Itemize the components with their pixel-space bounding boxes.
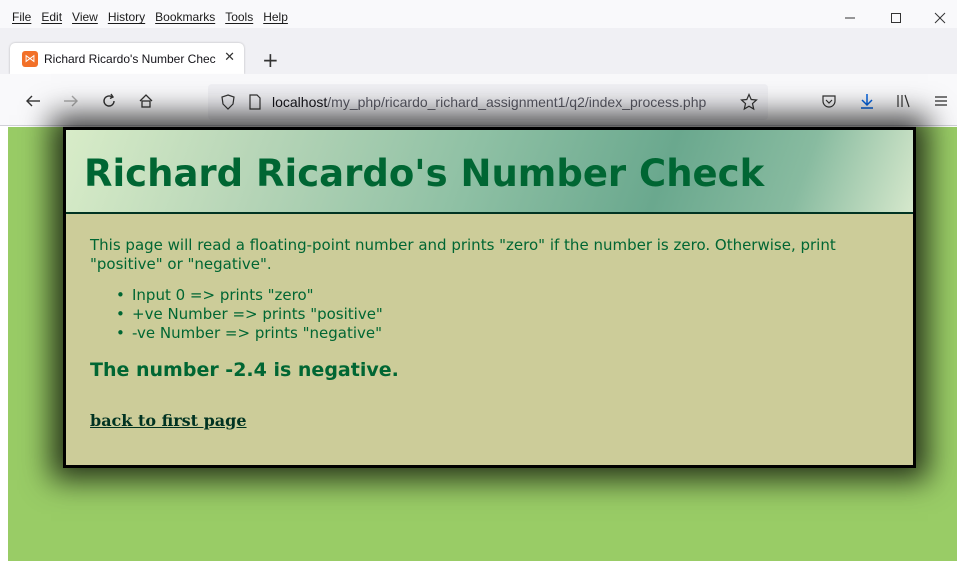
url-path: /my_php/ricardo_richard_assignment1/q2/i… [327,94,707,110]
menu-view[interactable]: View [72,10,98,24]
bullet-icon: • [116,286,125,304]
page-title: Richard Ricardo's Number Check [84,152,765,195]
xampp-icon: ⋈ [22,50,38,67]
list-item: • +ve Number => prints "positive" [116,305,880,324]
bullet-icon: • [116,305,125,323]
menu-bar: File Edit View History Bookmarks Tools H… [0,0,957,28]
intro-text: This page will read a floating-point num… [90,236,836,273]
downloads-button[interactable] [856,90,878,112]
nav-bar: localhost/my_php/ricardo_richard_assignm… [0,74,957,126]
home-icon [139,94,153,108]
tab-strip: ⋈ Richard Ricardo's Number Chec ✕ + [0,28,957,74]
page-viewport: Richard Ricardo's Number Check This page… [8,127,957,561]
rule-text: Input 0 => prints "zero" [132,286,314,304]
download-icon [861,94,873,109]
url-bar[interactable]: localhost/my_php/ricardo_richard_assignm… [208,84,768,120]
url-host: localhost [272,94,328,110]
maximize-button[interactable] [876,8,916,28]
library-icon [897,94,910,108]
forward-arrow-icon [64,95,78,107]
back-button[interactable] [22,90,44,112]
menu-edit[interactable]: Edit [41,10,62,24]
menu-tools[interactable]: Tools [225,10,253,24]
new-tab-icon[interactable]: + [262,50,279,70]
rules-list: • Input 0 => prints "zero" • +ve Number =>… [116,286,880,343]
reload-button[interactable] [98,90,120,112]
maximize-icon [891,13,901,23]
menu-help[interactable]: Help [263,10,288,24]
list-item: • Input 0 => prints "zero" [116,286,880,305]
shield-icon[interactable] [220,94,236,114]
rule-text: +ve Number => prints "positive" [132,305,383,323]
menu-items: File Edit View History Bookmarks Tools H… [12,10,288,24]
home-button[interactable] [135,90,157,112]
bullet-icon: • [116,324,125,342]
back-arrow-icon [26,95,40,107]
menu-history[interactable]: History [108,10,145,24]
pocket-button[interactable] [818,90,840,112]
tab-close-icon[interactable]: ✕ [224,50,235,65]
hamburger-icon [935,96,947,106]
title-banner: Richard Ricardo's Number Check [66,130,913,214]
close-icon [934,12,946,24]
tab-title: Richard Ricardo's Number Chec [44,51,216,66]
minimize-icon [845,17,855,19]
library-button[interactable] [892,90,914,112]
page-info-icon[interactable] [248,94,262,114]
content-card: Richard Ricardo's Number Check This page… [63,127,916,468]
list-item: • -ve Number => prints "negative" [116,324,880,343]
url-text[interactable]: localhost/my_php/ricardo_richard_assignm… [272,94,706,110]
reload-icon [103,93,115,107]
forward-button[interactable] [60,90,82,112]
pocket-icon [822,95,836,108]
back-to-first-page-link[interactable]: back to first page [90,411,247,430]
result-message: The number -2.4 is negative. [90,359,399,381]
menu-bookmarks[interactable]: Bookmarks [155,10,215,24]
minimize-button[interactable] [830,8,870,28]
close-window-button[interactable] [920,8,957,28]
menu-file[interactable]: File [12,10,31,24]
app-menu-button[interactable] [930,90,952,112]
browser-tab[interactable]: ⋈ Richard Ricardo's Number Chec ✕ [10,43,244,74]
bookmark-star-icon[interactable] [740,93,758,115]
page-content: This page will read a floating-point num… [90,236,880,430]
rule-text: -ve Number => prints "negative" [132,324,383,342]
